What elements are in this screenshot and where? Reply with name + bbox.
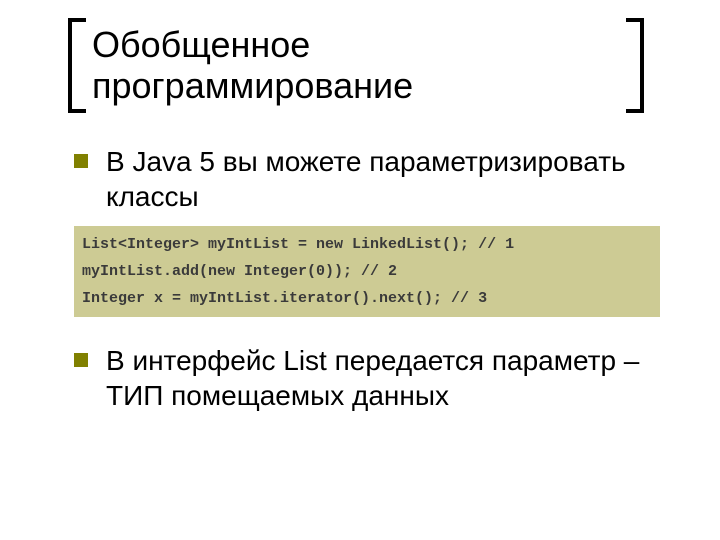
bullet-item: В интерфейс List передается параметр – Т… <box>74 343 660 413</box>
slide-content: В Java 5 вы можете параметризировать кла… <box>74 144 660 425</box>
code-line: List<Integer> myIntList = new LinkedList… <box>82 236 652 253</box>
code-line: Integer x = myIntList.iterator().next();… <box>82 290 652 307</box>
bullet-square-icon <box>74 353 88 367</box>
slide-title: Обобщенное программирование <box>86 18 626 113</box>
bullet-square-icon <box>74 154 88 168</box>
bullet-text-2: В интерфейс List передается параметр – Т… <box>106 343 660 413</box>
bullet-text-1: В Java 5 вы можете параметризировать кла… <box>106 144 660 214</box>
code-block: List<Integer> myIntList = new LinkedList… <box>74 226 660 317</box>
slide-title-container: Обобщенное программирование <box>68 18 644 113</box>
bracket-right-decor <box>626 18 644 113</box>
bracket-left-decor <box>68 18 86 113</box>
code-line: myIntList.add(new Integer(0)); // 2 <box>82 263 652 280</box>
bullet-item: В Java 5 вы можете параметризировать кла… <box>74 144 660 214</box>
